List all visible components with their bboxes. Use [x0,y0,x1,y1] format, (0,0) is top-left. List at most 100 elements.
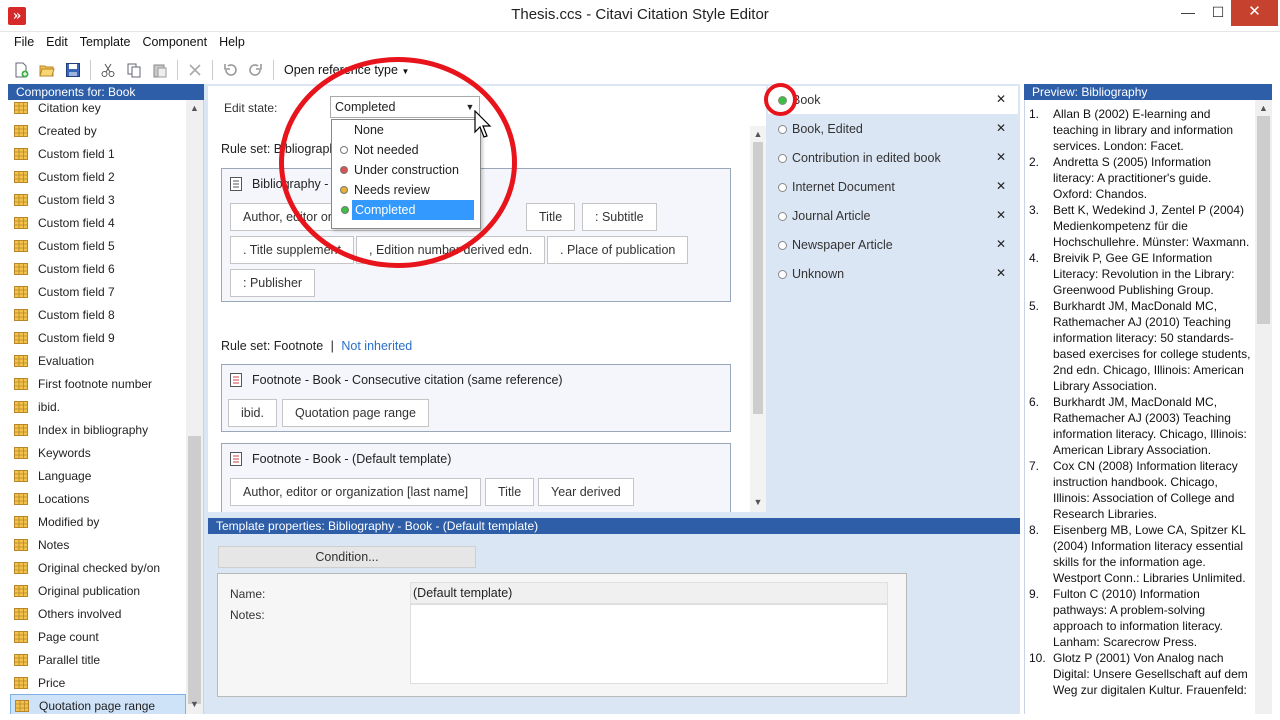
paste-button[interactable] [147,58,173,82]
component-item-custom-field-9[interactable]: Custom field 9 [10,326,186,349]
condition-button[interactable]: Condition... [218,546,476,568]
reference-type-unknown[interactable]: Unknown ✕ [768,260,1018,288]
footnote-consecutive-template-box[interactable]: Footnote - Book - Consecutive citation (… [221,364,731,432]
save-button[interactable] [60,58,86,82]
component-item-page-count[interactable]: Page count [10,625,186,648]
component-item-custom-field-5[interactable]: Custom field 5 [10,234,186,257]
scrollbar-thumb[interactable] [188,436,201,704]
preview-panel: 1. Allan B (2002) E-learning and teaching… [1024,100,1272,714]
menu-component[interactable]: Component [136,32,213,54]
component-item-others-involved[interactable]: Others involved [10,602,186,625]
close-window-button[interactable]: ✕ [1231,0,1278,26]
component-item-locations[interactable]: Locations [10,487,186,510]
chip-ibid[interactable]: ibid. [228,399,277,427]
document-icon [230,177,242,191]
component-item-label: Page count [38,629,99,644]
component-item-parallel-title[interactable]: Parallel title [10,648,186,671]
component-item-index-in-bibliography[interactable]: Index in bibliography [10,418,186,441]
close-icon[interactable]: ✕ [996,121,1006,135]
chip-quotation-page-range[interactable]: Quotation page range [282,399,429,427]
new-file-button[interactable] [8,58,34,82]
close-icon[interactable]: ✕ [996,237,1006,251]
scroll-up-icon[interactable]: ▲ [1255,100,1272,117]
edit-state-option-not-needed[interactable]: Not needed [332,140,480,160]
reference-type-internet-document[interactable]: Internet Document ✕ [768,173,1018,201]
component-item-language[interactable]: Language [10,464,186,487]
notes-field[interactable] [410,604,888,684]
table-icon [14,400,28,413]
component-item-quotation-page-range[interactable]: Quotation page range [10,694,186,714]
scroll-down-icon[interactable]: ▼ [750,494,766,511]
menu-template[interactable]: Template [74,32,137,54]
scroll-up-icon[interactable]: ▲ [186,100,203,117]
component-item-modified-by[interactable]: Modified by [10,510,186,533]
component-item-custom-field-8[interactable]: Custom field 8 [10,303,186,326]
name-field[interactable]: (Default template) [410,582,888,604]
chip-fn-author[interactable]: Author, editor or organization [last nam… [230,478,482,506]
copy-button[interactable] [121,58,147,82]
cut-button[interactable] [95,58,121,82]
components-scrollbar[interactable]: ▲ ▼ [186,100,203,714]
not-inherited-link[interactable]: Not inherited [341,339,412,353]
open-file-button[interactable] [34,58,60,82]
footnote-default-template-box[interactable]: Footnote - Book - (Default template) Aut… [221,443,731,512]
open-reference-type-dropdown[interactable]: Open reference type ▼ [284,63,409,77]
chip-subtitle[interactable]: : Subtitle [582,203,657,231]
reference-type-label: Newspaper Article [792,238,893,252]
edit-state-option-needs-review[interactable]: Needs review [332,180,480,200]
component-item-custom-field-4[interactable]: Custom field 4 [10,211,186,234]
window-title: Thesis.ccs - Citavi Citation Style Edito… [511,6,769,23]
chip-fn-title[interactable]: Title [485,478,535,506]
reference-type-journal-article[interactable]: Journal Article ✕ [768,202,1018,230]
component-item-price[interactable]: Price [10,671,186,694]
menu-file[interactable]: File [8,32,40,54]
undo-button[interactable] [217,58,243,82]
scrollbar-thumb[interactable] [1257,116,1270,324]
component-item-label: Original publication [38,583,141,598]
component-item-evaluation[interactable]: Evaluation [10,349,186,372]
edit-state-option-under-construction[interactable]: Under construction [332,160,480,180]
menu-edit[interactable]: Edit [40,32,74,54]
close-icon[interactable]: ✕ [996,179,1006,193]
scrollbar-thumb[interactable] [753,142,763,414]
scroll-down-icon[interactable]: ▼ [186,696,203,713]
chip-title[interactable]: Title [526,203,576,231]
component-item-custom-field-3[interactable]: Custom field 3 [10,188,186,211]
close-icon[interactable]: ✕ [996,92,1006,106]
edit-state-option-completed[interactable]: Completed [341,200,474,220]
preview-scrollbar[interactable]: ▲ [1255,100,1272,714]
close-icon[interactable]: ✕ [996,208,1006,222]
component-item-custom-field-7[interactable]: Custom field 7 [10,280,186,303]
component-item-custom-field-2[interactable]: Custom field 2 [10,165,186,188]
chip-place-of-publication[interactable]: . Place of publication [547,236,689,264]
chip-fn-year-derived[interactable]: Year derived [538,478,634,506]
menu-help[interactable]: Help [213,32,251,54]
component-item-notes[interactable]: Notes [10,533,186,556]
reference-type-newspaper-article[interactable]: Newspaper Article ✕ [768,231,1018,259]
reference-type-contribution-in-edited-book[interactable]: Contribution in edited book ✕ [768,144,1018,172]
minimize-button[interactable]: — [1172,0,1204,26]
delete-button[interactable] [182,58,208,82]
component-item-custom-field-1[interactable]: Custom field 1 [10,142,186,165]
component-item-citation-key[interactable]: Citation key [10,100,186,119]
redo-button[interactable] [243,58,269,82]
component-item-first-footnote-number[interactable]: First footnote number [10,372,186,395]
component-item-keywords[interactable]: Keywords [10,441,186,464]
edit-state-select[interactable]: Completed ▼ [330,96,480,118]
close-icon[interactable]: ✕ [996,150,1006,164]
chip-title-supplement[interactable]: . Title supplement [230,236,354,264]
scroll-up-icon[interactable]: ▲ [750,126,766,143]
edit-state-option-none[interactable]: None [332,120,480,140]
chip-publisher[interactable]: : Publisher [230,269,316,297]
reference-type-book-edited[interactable]: Book, Edited ✕ [768,115,1018,143]
reference-type-book[interactable]: Book ✕ [768,86,1018,114]
component-item-original-checked-by-on[interactable]: Original checked by/on [10,556,186,579]
component-item-created-by[interactable]: Created by [10,119,186,142]
component-item-custom-field-6[interactable]: Custom field 6 [10,257,186,280]
editor-scrollbar[interactable]: ▲ ▼ [750,126,766,512]
component-item-ibid[interactable]: ibid. [10,395,186,418]
chip-edition[interactable]: , Edition number derived edn. [356,236,546,264]
close-icon[interactable]: ✕ [996,266,1006,280]
component-item-original-publication[interactable]: Original publication [10,579,186,602]
maximize-button[interactable]: ☐ [1202,0,1234,26]
